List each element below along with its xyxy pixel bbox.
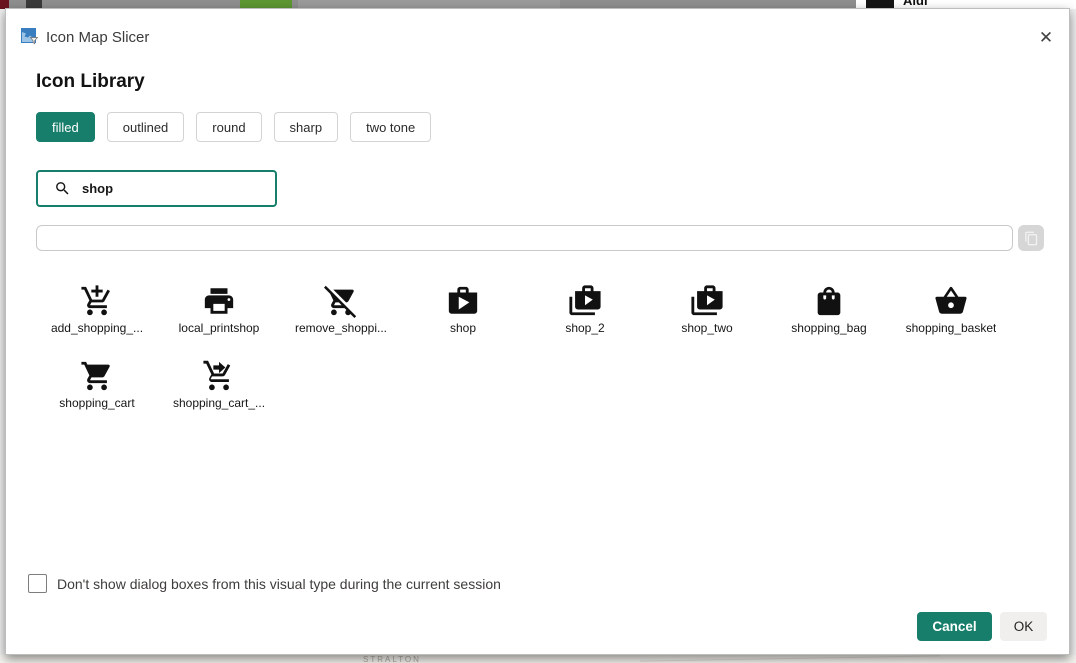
icon-label: shop_two [681,321,732,335]
map-road-line [640,655,940,661]
icon-cell-shopping-basket[interactable]: shopping_basket [890,271,1012,346]
add-shopping-cart-icon [80,282,114,318]
icon-cell-remove-shopping-cart[interactable]: remove_shoppi... [280,271,402,346]
icon-label: shopping_bag [791,321,866,335]
style-tabs: filled outlined round sharp two tone [36,112,431,142]
icon-label: shopping_basket [906,321,997,335]
icon-label: shop_2 [565,321,604,335]
shopping-cart-icon [80,357,114,393]
style-tab-round[interactable]: round [196,112,261,142]
style-tab-filled[interactable]: filled [36,112,95,142]
icon-cell-add-shopping-cart[interactable]: add_shopping_... [36,271,158,346]
style-tab-two-tone[interactable]: two tone [350,112,431,142]
shop-two-icon [690,282,724,318]
icon-label: shopping_cart [59,396,134,410]
cancel-button[interactable]: Cancel [917,612,992,641]
icon-label: shopping_cart_... [173,396,265,410]
icon-cell-local-printshop[interactable]: local_printshop [158,271,280,346]
search-input[interactable] [82,181,275,196]
style-tab-sharp[interactable]: sharp [274,112,339,142]
dont-show-checkbox[interactable] [28,574,47,593]
shopping-bag-icon [812,282,846,318]
selected-icon-value-field[interactable] [36,225,1013,251]
shop-icon [446,282,480,318]
screen: Aldi STRALTON Icon Map Slicer ✕ Icon Lib… [0,0,1076,663]
dialog-title: Icon Map Slicer [46,29,149,46]
ok-button[interactable]: OK [1000,612,1047,641]
search-icon [54,180,71,197]
close-icon[interactable]: ✕ [1032,24,1060,52]
dont-show-label: Don't show dialog boxes from this visual… [57,576,501,592]
copy-icon [1024,231,1039,246]
local-printshop-icon [202,282,236,318]
icon-label: shop [450,321,476,335]
remove-shopping-cart-icon [324,282,358,318]
dialog-titlebar: Icon Map Slicer ✕ [6,9,1069,55]
copy-button[interactable] [1018,225,1044,251]
icon-label: local_printshop [179,321,260,335]
icon-library-heading: Icon Library [36,71,145,93]
icon-grid: add_shopping_... local_printshop remove_… [36,271,1012,421]
icon-cell-shop-two[interactable]: shop_two [646,271,768,346]
icon-label: add_shopping_... [51,321,143,335]
map-place-label: STRALTON [363,655,421,663]
icon-label: remove_shoppi... [295,321,387,335]
icon-cell-shopping-cart[interactable]: shopping_cart [36,346,158,421]
icon-cell-shop[interactable]: shop [402,271,524,346]
icon-map-slicer-logo-icon [21,28,38,45]
background-map-strip: STRALTON [0,655,1076,663]
icon-cell-shop-2[interactable]: shop_2 [524,271,646,346]
brand-text: Aldi [903,0,928,8]
icon-cell-shopping-cart-checkout[interactable]: shopping_cart_... [158,346,280,421]
shopping-cart-checkout-icon [202,357,236,393]
shopping-basket-icon [934,282,968,318]
session-option-row: Don't show dialog boxes from this visual… [28,574,501,593]
icon-map-slicer-dialog: Icon Map Slicer ✕ Icon Library filled out… [5,8,1070,655]
shop-2-icon [568,282,602,318]
style-tab-outlined[interactable]: outlined [107,112,185,142]
icon-search-box [36,170,277,207]
icon-cell-shopping-bag[interactable]: shopping_bag [768,271,890,346]
